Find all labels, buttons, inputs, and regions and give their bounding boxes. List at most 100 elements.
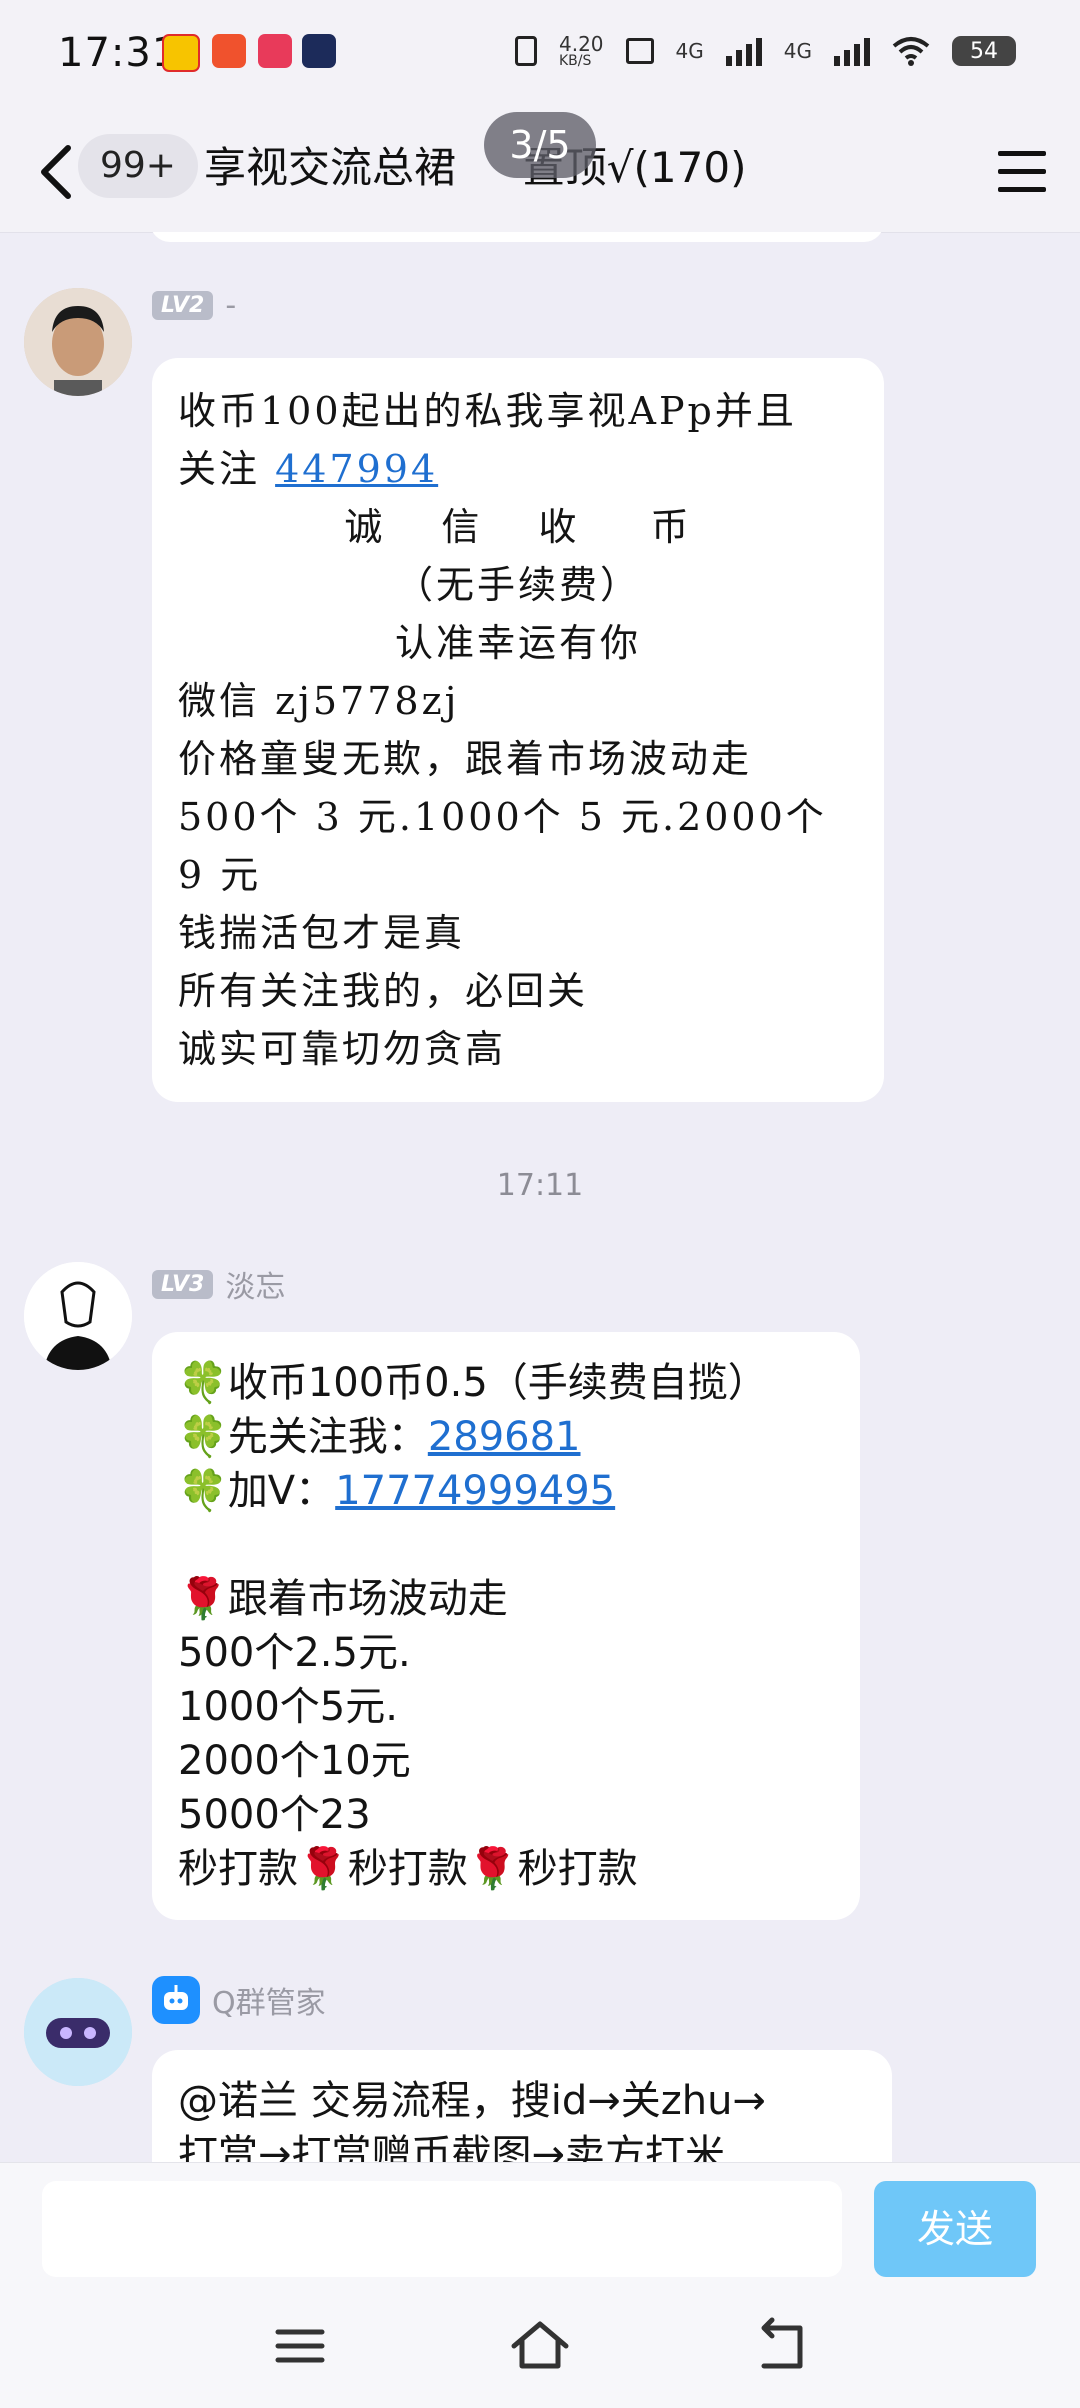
avatar[interactable]: [24, 1262, 132, 1370]
message-text: 收币100币0.5（手续费自揽）: [227, 1360, 768, 1406]
message-line: 9 元: [178, 846, 858, 904]
back-icon[interactable]: [740, 2306, 820, 2386]
message-text: 价格童叟无欺，跟着市场波动走: [178, 737, 753, 781]
message-text: 微信 zj5778zj: [178, 679, 460, 723]
message-link[interactable]: 17774999495: [335, 1468, 615, 1514]
message-link[interactable]: 289681: [428, 1414, 581, 1460]
home-icon[interactable]: [500, 2306, 580, 2386]
robot-icon: [152, 1976, 200, 2024]
menu-icon[interactable]: [260, 2306, 340, 2386]
message-line: [178, 1518, 834, 1572]
system-nav-bar: [0, 2282, 1080, 2408]
message-text: [178, 1522, 191, 1568]
message-text: 钱揣活包才是真: [178, 911, 466, 955]
bot-avatar[interactable]: [24, 1978, 132, 2086]
message-text: 500个 3 元.1000个 5 元.2000个: [178, 795, 827, 839]
menu-icon[interactable]: [992, 142, 1052, 202]
message-text: 诚 信 收 币: [344, 505, 692, 549]
camera-app-icon: [212, 34, 246, 68]
signal-icon-2: [834, 36, 870, 66]
message-text: 先关注我：: [227, 1414, 428, 1460]
chat-title[interactable]: 享视交流总裙 置顶√(170): [204, 136, 746, 200]
rose-icon: 🌹: [467, 1846, 518, 1892]
message-line: 500个 3 元.1000个 5 元.2000个: [178, 788, 858, 846]
message-line: 打赏→打赏赠币截图→卖方打米: [178, 2128, 866, 2162]
message-line: 关注 447994: [178, 440, 858, 498]
sender-name: 淡忘: [225, 1270, 286, 1305]
message-text: 1000个5元.: [178, 1684, 398, 1730]
message-text: （无手续费）: [394, 563, 641, 607]
message-text: 9 元: [178, 853, 262, 897]
clover-icon: 🍀: [178, 1468, 228, 1514]
message-text: @诺兰 交易流程，搜id→关zhu→: [178, 2078, 766, 2124]
image-pager-indicator: 3/5: [484, 112, 596, 178]
message-text: 收币100起出的私我享视APp并且: [178, 389, 797, 433]
sender-meta: LV2 -: [152, 288, 236, 323]
message-line: 1000个5元.: [178, 1680, 834, 1734]
sender-meta: LV3 淡忘: [152, 1262, 285, 1306]
previous-message-bubble: [150, 232, 884, 242]
back-arrow-icon[interactable]: [30, 140, 82, 204]
battery-icon: 54: [952, 36, 1016, 66]
message-bubble[interactable]: 🍀收币100币0.5（手续费自揽） 🍀先关注我：289681 🍀加V：1777499…: [152, 1332, 860, 1920]
meituan-app-icon: [162, 34, 200, 72]
message-text: 认准幸运有你: [394, 621, 641, 665]
message-text: 500个2.5元.: [178, 1630, 411, 1676]
sender-meta: Q群管家: [152, 1976, 326, 2024]
message-link[interactable]: 447994: [275, 447, 438, 491]
clover-icon: 🍀: [178, 1414, 228, 1460]
message-text: 2000个10元: [178, 1738, 411, 1784]
message-text: 秒打款: [517, 1846, 638, 1892]
message-bubble[interactable]: @诺兰 交易流程，搜id→关zhu→ 打赏→打赏赠币截图→卖方打米: [152, 2050, 892, 2162]
sender-name: Q群管家: [212, 1986, 326, 2021]
vibrate-icon: [515, 36, 537, 66]
status-right: 4.20 KB/S 4G 4G 54: [515, 34, 1016, 68]
message-line: 🍀先关注我：289681: [178, 1410, 834, 1464]
message-line: 秒打款🌹秒打款🌹秒打款: [178, 1842, 834, 1896]
message-line: 5000个23: [178, 1788, 834, 1842]
message-text: 加V：: [227, 1468, 336, 1514]
message-input[interactable]: [42, 2181, 842, 2277]
message-text: 秒打款: [347, 1846, 468, 1892]
send-button[interactable]: 发送: [874, 2181, 1036, 2277]
message-line: 所有关注我的，必回关: [178, 962, 858, 1020]
net-speed: 4.20 KB/S: [559, 32, 604, 69]
level-badge: LV3: [152, 1269, 214, 1299]
unread-badge[interactable]: 99+: [78, 134, 198, 198]
music-app-icon: [258, 34, 292, 68]
dual-sim-icon: [625, 38, 654, 64]
rose-icon: 🌹: [298, 1846, 348, 1892]
sim1-label: 4G: [675, 39, 704, 63]
chat-area[interactable]: LV2 - 收币100起出的私我享视APp并且 关注 447994 诚 信 收 币 （…: [0, 232, 1080, 2162]
message-line: 诚实可靠切勿贪高: [178, 1020, 858, 1078]
level-badge: LV2: [152, 291, 214, 320]
status-time: 17:31: [58, 30, 179, 76]
message-text: 5000个23: [178, 1792, 371, 1838]
message-text: 跟着市场波动走: [227, 1576, 508, 1622]
message-line: @诺兰 交易流程，搜id→关zhu→: [178, 2074, 866, 2128]
message-timestamp: 17:11: [496, 1168, 584, 1203]
message-line: 价格童叟无欺，跟着市场波动走: [178, 730, 858, 788]
message-line: 钱揣活包才是真: [178, 904, 858, 962]
avatar[interactable]: [24, 288, 132, 396]
message-text: 诚实可靠切勿贪高: [178, 1027, 507, 1071]
message-line: 🍀加V：17774999495: [178, 1464, 834, 1518]
message-line: 🌹跟着市场波动走: [178, 1572, 834, 1626]
message-text: 打赏→打赏赠币截图→卖方打米: [178, 2132, 726, 2162]
sim2-label: 4G: [783, 39, 812, 63]
message-text: 所有关注我的，必回关: [178, 969, 589, 1013]
message-bubble[interactable]: 收币100起出的私我享视APp并且 关注 447994 诚 信 收 币 （无手续费） 认…: [152, 358, 884, 1102]
message-text: 秒打款: [178, 1846, 298, 1892]
signal-icon: [725, 36, 762, 66]
sender-name: -: [225, 288, 237, 323]
rose-icon: 🌹: [178, 1576, 228, 1622]
clover-icon: 🍀: [178, 1360, 228, 1406]
message-line: 收币100起出的私我享视APp并且: [178, 382, 858, 440]
message-line: 诚 信 收 币: [178, 498, 858, 556]
message-line: 2000个10元: [178, 1734, 834, 1788]
message-text: 关注: [178, 447, 276, 491]
wifi-icon: [892, 37, 930, 66]
status-bar: 17:31 4.20 KB/S 4G 4G 54: [0, 0, 1080, 112]
bot-app-icon: [302, 34, 336, 68]
message-line: 微信 zj5778zj: [178, 672, 858, 730]
